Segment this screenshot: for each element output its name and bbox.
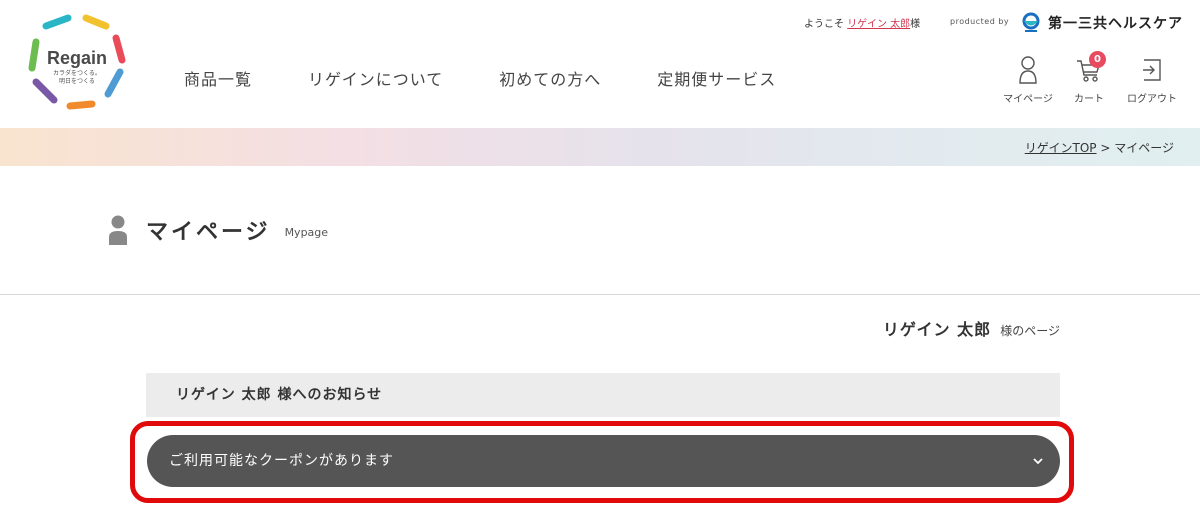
cart-count-badge: 0: [1089, 51, 1106, 68]
chevron-down-icon: [1033, 458, 1043, 465]
logout-label: ログアウト: [1127, 94, 1177, 105]
cart-label: カート: [1074, 94, 1104, 105]
nav-item-subscription[interactable]: 定期便サービス: [657, 66, 776, 90]
logo-tagline-line1: カラダをつくる。: [53, 70, 101, 77]
user-page-label: リゲイン 太郎 様のページ: [883, 316, 1060, 340]
user-page-suffix: 様のページ: [1000, 324, 1060, 338]
nav-item-products[interactable]: 商品一覧: [184, 66, 252, 90]
section-divider: [0, 294, 1200, 295]
main-nav: 商品一覧 リゲインについて 初めての方へ 定期便サービス: [184, 66, 832, 90]
welcome-suffix: 様: [910, 19, 921, 30]
welcome-user-link[interactable]: リゲイン 太郎: [847, 19, 910, 30]
breadcrumb-current: マイページ: [1114, 141, 1174, 155]
logo-wordmark: Regain: [46, 48, 107, 68]
logo-tagline: カラダをつくる。 明日をつくる: [26, 70, 128, 86]
page-heading: マイページ Mypage: [108, 214, 328, 246]
breadcrumb-band: リゲインTOP > マイページ: [0, 128, 1200, 166]
breadcrumb: リゲインTOP > マイページ: [1025, 139, 1174, 156]
brand-logo[interactable]: 第一三共ヘルスケア: [1020, 12, 1183, 34]
produced-by-label: producted by: [950, 17, 1010, 26]
brand-name: 第一三共ヘルスケア: [1048, 16, 1183, 32]
person-icon: [109, 215, 127, 245]
cart-link[interactable]: 0 カート: [1068, 51, 1110, 105]
mypage-link[interactable]: マイページ: [998, 56, 1058, 105]
regain-logo[interactable]: Regain カラダをつくる。 明日をつくる: [26, 12, 128, 112]
notice-heading: リゲイン 太郎 様へのお知らせ: [146, 373, 1060, 417]
breadcrumb-home-link[interactable]: リゲインTOP: [1025, 141, 1097, 155]
logout-icon: [1143, 59, 1161, 81]
page-subtitle: Mypage: [284, 225, 329, 239]
person-outline-icon: [1019, 56, 1037, 84]
site-header: Regain カラダをつくる。 明日をつくる 商品一覧 リゲインについて 初めて…: [0, 0, 1200, 128]
nav-item-first-time[interactable]: 初めての方へ: [499, 66, 601, 90]
user-name: リゲイン 太郎: [882, 320, 992, 339]
coupon-accordion-button[interactable]: ご利用可能なクーポンがあります: [147, 435, 1060, 487]
nav-item-about[interactable]: リゲインについて: [308, 66, 443, 90]
mypage-label: マイページ: [1003, 94, 1053, 105]
welcome-message: ようこそ リゲイン 太郎様: [804, 15, 920, 30]
page-title: マイページ: [146, 220, 271, 245]
welcome-prefix: ようこそ: [804, 19, 844, 30]
daiichi-sankyo-icon: [1022, 12, 1040, 32]
breadcrumb-separator: >: [1100, 141, 1111, 155]
coupon-label: ご利用可能なクーポンがあります: [169, 453, 394, 469]
logout-link[interactable]: ログアウト: [1120, 56, 1184, 105]
logo-tagline-line2: 明日をつくる: [59, 78, 95, 85]
